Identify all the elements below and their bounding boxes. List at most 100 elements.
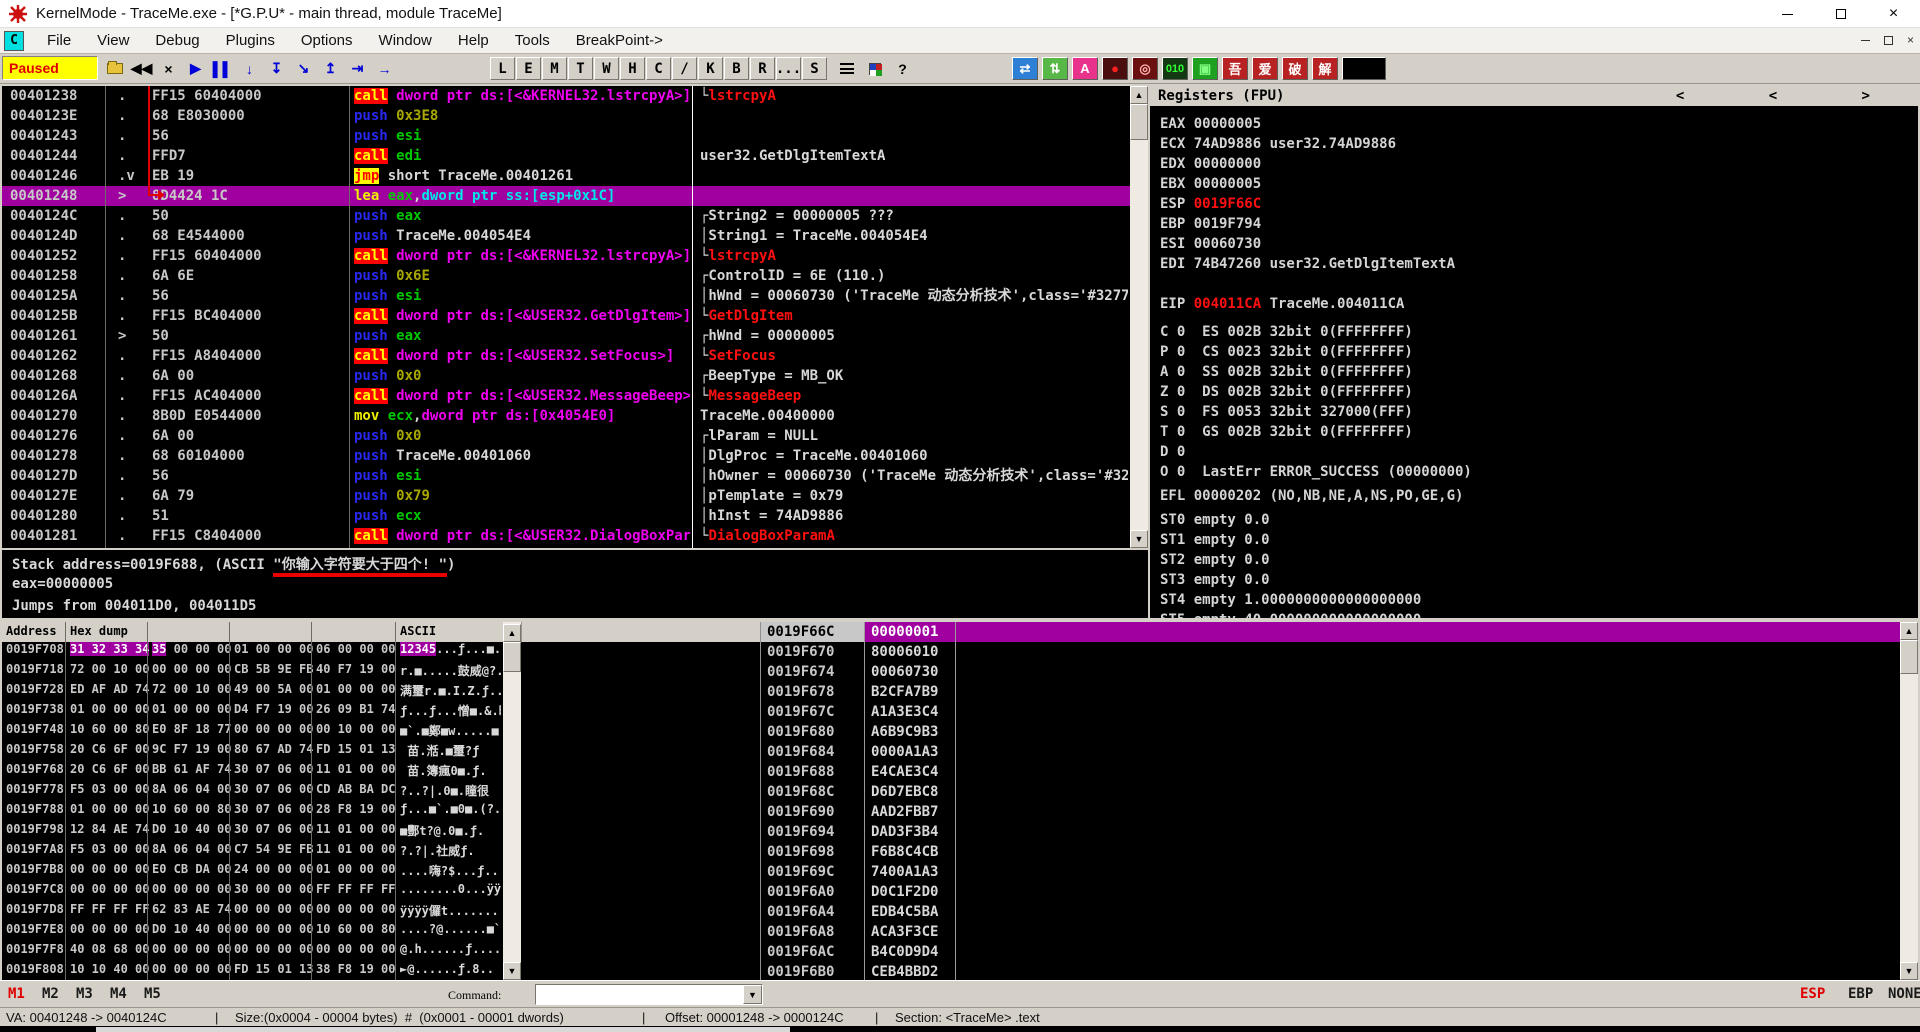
pane-button-W[interactable]: W xyxy=(594,57,619,80)
execute-till-return-button[interactable]: ⇥ xyxy=(345,57,370,80)
disasm-row[interactable]: 0040125B. FF15 BC404000 call dword ptr ds:… xyxy=(2,306,1130,326)
dump-row[interactable]: 0019F768 20 C6 6F 00 BB 61 AF 74 30 07 06 0… xyxy=(2,762,503,782)
log-list-icon[interactable] xyxy=(834,57,859,80)
register-row[interactable]: ESP 0019F66C xyxy=(1150,194,1918,214)
disasm-row[interactable]: 00401252. FF15 60404000 call dword ptr ds:… xyxy=(2,246,1130,266)
pane-button-S[interactable]: S xyxy=(802,57,827,80)
dump-row[interactable]: 0019F7C8 00 00 00 00 00 00 00 00 30 00 00 0… xyxy=(2,882,503,902)
column-header-address[interactable]: Address xyxy=(6,624,57,638)
memory-tab-m1[interactable]: M1 xyxy=(8,986,25,1002)
stack-row[interactable]: 0019F684 0000A1A3 xyxy=(761,742,1900,762)
register-row[interactable]: EAX 00000005 xyxy=(1150,114,1918,134)
dump-row[interactable]: 0019F748 10 60 00 80 E0 8F 18 77 00 00 00 0… xyxy=(2,722,503,742)
disasm-row[interactable]: 00401278. 68 60104000 push TraceMe.0040106… xyxy=(2,446,1130,466)
maximize-button[interactable] xyxy=(1814,0,1867,28)
step-over-button[interactable]: ↧ xyxy=(264,57,289,80)
register-row[interactable]: EFL 00000202 (NO,NB,NE,A,NS,PO,GE,G) xyxy=(1150,486,1918,506)
memory-tab-m3[interactable]: M3 xyxy=(76,986,93,1002)
help-icon[interactable]: ? xyxy=(890,57,915,80)
dump-row[interactable]: 0019F7A8 F5 03 00 00 8A 06 04 00 C7 54 9E F… xyxy=(2,842,503,862)
disasm-row[interactable]: 00401276. 6A 00 push 0x0 ┌lParam = NULL xyxy=(2,426,1130,446)
stack-row[interactable]: 0019F68C D6D7EBC8 xyxy=(761,782,1900,802)
disasm-row[interactable]: 0040127E. 6A 79 push 0x79 │pTemplate = 0x79 xyxy=(2,486,1130,506)
register-row[interactable]: ST0 empty 0.0 xyxy=(1150,510,1918,530)
column-header-hex[interactable]: Hex dump xyxy=(70,624,128,638)
mdi-close-icon[interactable]: × xyxy=(1907,33,1914,47)
menu-item-file[interactable]: File xyxy=(34,30,84,51)
stack-row[interactable]: 0019F6A4 EDB4C5BA xyxy=(761,902,1900,922)
dropdown-arrow-icon[interactable]: ▼ xyxy=(743,985,762,1004)
rewind-button[interactable]: ◀◀ xyxy=(129,57,154,80)
stack-row[interactable]: 0019F6AC B4C0D9D4 xyxy=(761,942,1900,962)
ascii-plugin-icon[interactable]: A xyxy=(1072,57,1098,80)
menu-item-view[interactable]: View xyxy=(84,30,142,51)
pane-button-K[interactable]: K xyxy=(698,57,723,80)
animate-into-button[interactable]: ↘ xyxy=(291,57,316,80)
mdi-child-icon[interactable]: C xyxy=(4,30,24,51)
swap-arrows-plugin-icon[interactable]: ⇄ xyxy=(1012,57,1038,80)
memory-tab-m4[interactable]: M4 xyxy=(110,986,127,1002)
register-row[interactable]: EIP 004011CA TraceMe.004011CA xyxy=(1150,294,1918,314)
stack-row[interactable]: 0019F66C 00000001 xyxy=(761,622,1900,642)
target-plugin-icon[interactable]: ◎ xyxy=(1132,57,1158,80)
stack-row[interactable]: 0019F6A0 D0C1F2D0 xyxy=(761,882,1900,902)
disasm-row[interactable]: 0040127D. 56 push esi │hOwner = 00060730 ('… xyxy=(2,466,1130,486)
menu-item-help[interactable]: Help xyxy=(445,30,502,51)
disasm-row[interactable]: 0040125A. 56 push esi │hWnd = 00060730 ('Tr… xyxy=(2,286,1130,306)
register-row[interactable]: D 0 xyxy=(1150,442,1918,462)
appearance-icon[interactable] xyxy=(862,57,887,80)
menu-item-tools[interactable]: Tools xyxy=(502,30,563,51)
register-row[interactable]: S 0 FS 0053 32bit 327000(FFF) xyxy=(1150,402,1918,422)
stack-row[interactable]: 0019F6A8 ACA3F3CE xyxy=(761,922,1900,942)
register-row[interactable]: ESI 00060730 xyxy=(1150,234,1918,254)
disasm-row[interactable]: 00401246 .v EB 19 jmp short TraceMe.0040126… xyxy=(2,166,1130,186)
dump-row[interactable]: 0019F758 20 C6 6F 00 9C F7 19 00 80 67 AD 7… xyxy=(2,742,503,762)
dump-row[interactable]: 0019F788 01 00 00 00 10 60 00 80 30 07 06 0… xyxy=(2,802,503,822)
column-header-ascii[interactable]: ASCII xyxy=(400,624,436,638)
scroll-up-icon[interactable]: ▲ xyxy=(1900,622,1918,640)
disasm-row[interactable]: 00401262. FF15 A8404000 call dword ptr ds:… xyxy=(2,346,1130,366)
command-combobox[interactable]: ▼ xyxy=(535,984,763,1005)
register-row[interactable]: Z 0 DS 002B 32bit 0(FFFFFFFF) xyxy=(1150,382,1918,402)
disasm-row[interactable]: 00401268. 6A 00 push 0x0 ┌BeepType = MB_OK xyxy=(2,366,1130,386)
register-row[interactable]: T 0 GS 002B 32bit 0(FFFFFFFF) xyxy=(1150,422,1918,442)
register-row[interactable]: O 0 LastErr ERROR_SUCCESS (00000000) xyxy=(1150,462,1918,482)
disasm-row[interactable]: 0040124C. 50 push eax ┌String2 = 00000005 ?… xyxy=(2,206,1130,226)
pane-button-R[interactable]: R xyxy=(750,57,775,80)
go-to-address-button[interactable]: → xyxy=(372,57,397,80)
registers-pane[interactable]: Registers (FPU) < < > EAX 00000005 ECX 74… xyxy=(1150,86,1918,618)
disasm-row[interactable]: 00401248 >8D4424 1C lea eax,dword ptr ss:[… xyxy=(2,186,1130,206)
disasm-row[interactable]: 00401280. 51 push ecx │hInst = 74AD9886 xyxy=(2,506,1130,526)
close-process-button[interactable]: × xyxy=(156,57,181,80)
register-row[interactable]: ST2 empty 0.0 xyxy=(1150,550,1918,570)
pane-button-slash[interactable]: / xyxy=(672,57,697,80)
jie-plugin-icon[interactable]: 解 xyxy=(1312,57,1338,80)
register-row[interactable]: EDX 00000000 xyxy=(1150,154,1918,174)
register-row[interactable]: EBX 00000005 xyxy=(1150,174,1918,194)
menu-item-options[interactable]: Options xyxy=(288,30,366,51)
step-into-button[interactable]: ↓ xyxy=(237,57,262,80)
dump-row[interactable]: 0019F708 31 32 33 34 35 00 00 00 01 00 00 0… xyxy=(2,642,503,662)
register-row[interactable]: ST4 empty 1.0000000000000000000 xyxy=(1150,590,1918,610)
stack-pane[interactable]: 0019F66C 00000001 0019F670 80006010 0019F674… xyxy=(760,622,1900,980)
command-input[interactable] xyxy=(537,986,737,1003)
wu-plugin-icon[interactable]: 吾 xyxy=(1222,57,1248,80)
stack-row[interactable]: 0019F6B0 CEB4BBD2 xyxy=(761,962,1900,980)
dump-row[interactable]: 0019F798 12 84 AE 74 D0 10 40 00 30 07 06 0… xyxy=(2,822,503,842)
close-button[interactable]: × xyxy=(1867,0,1920,28)
scroll-up-icon[interactable]: ▲ xyxy=(1130,86,1148,104)
black-box-icon[interactable] xyxy=(1342,57,1386,80)
pane-button-M[interactable]: M xyxy=(542,57,567,80)
menu-item-plugins[interactable]: Plugins xyxy=(213,30,288,51)
dump-row[interactable]: 0019F738 01 00 00 00 01 00 00 00 D4 F7 19 0… xyxy=(2,702,503,722)
minimize-button[interactable] xyxy=(1761,0,1814,28)
scroll-thumb[interactable] xyxy=(1900,640,1918,674)
hex-dump-pane[interactable]: Address Hex dump ASCII 0019F708 31 32 33 … xyxy=(2,622,503,980)
memory-tab-m2[interactable]: M2 xyxy=(42,986,59,1002)
scroll-down-icon[interactable]: ▼ xyxy=(503,962,521,980)
dump-row[interactable]: 0019F7F8 40 08 68 00 00 00 00 00 00 00 00 0… xyxy=(2,942,503,962)
register-row[interactable]: ST5 empty 40.000000000000000000 xyxy=(1150,610,1918,618)
disasm-row[interactable]: 00401261 >50 push eax ┌hWnd = 00000005 xyxy=(2,326,1130,346)
mdi-restore-icon[interactable] xyxy=(1883,35,1893,45)
register-row[interactable]: ST1 empty 0.0 xyxy=(1150,530,1918,550)
